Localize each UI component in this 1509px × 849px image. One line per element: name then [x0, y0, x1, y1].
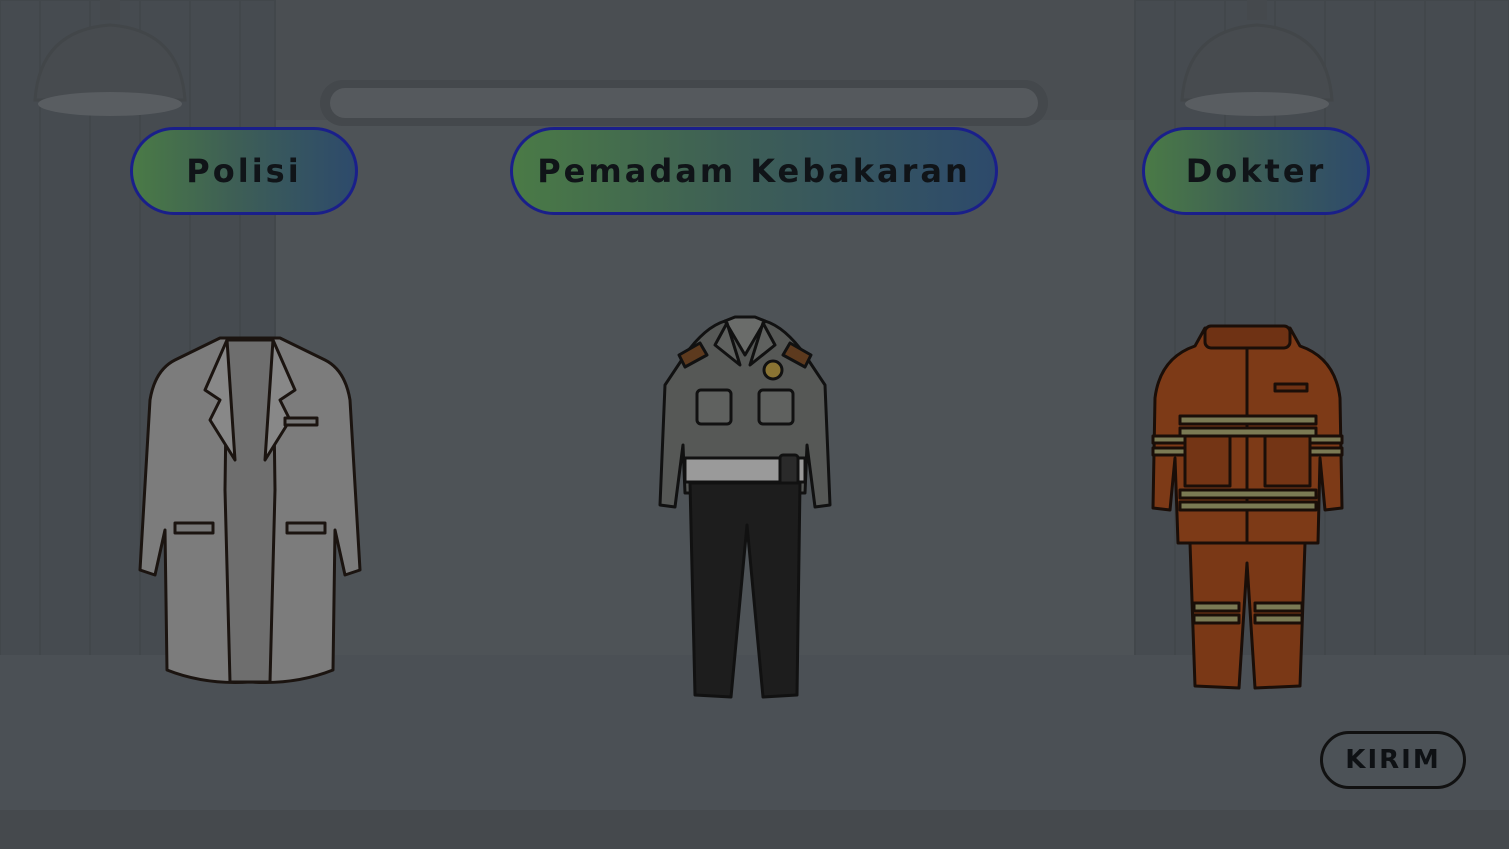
label-pemadam-kebakaran[interactable]: Pemadam Kebakaran: [510, 127, 998, 215]
kirim-button[interactable]: KIRIM: [1320, 731, 1466, 789]
label-dokter[interactable]: Dokter: [1142, 127, 1370, 215]
police-uniform-icon[interactable]: [655, 315, 835, 700]
firefighter-suit-icon[interactable]: [1150, 318, 1345, 693]
lab-coat-icon[interactable]: [135, 330, 365, 692]
label-polisi[interactable]: Polisi: [130, 127, 358, 215]
